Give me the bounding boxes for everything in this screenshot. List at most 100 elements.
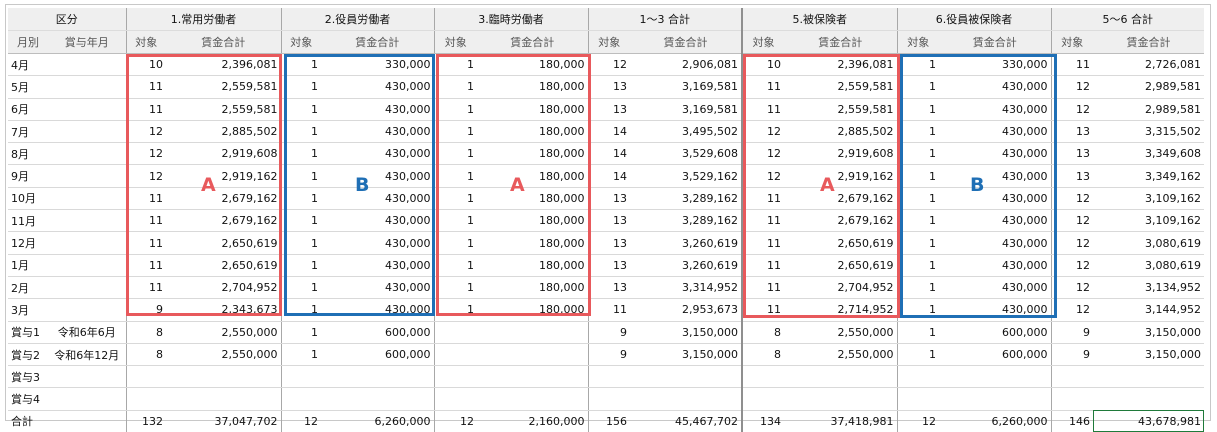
wage-total-cell[interactable]: 2,919,162	[784, 164, 897, 188]
wage-total-cell[interactable]: 2,650,619	[784, 231, 897, 255]
wage-total-cell[interactable]: 3,144,952	[1093, 298, 1204, 322]
target-count-cell[interactable]: 1	[896, 120, 939, 144]
wage-total-cell[interactable]: 45,467,702	[630, 409, 742, 432]
wage-total-cell[interactable]: 2,714,952	[784, 298, 897, 322]
target-count-cell[interactable]: 1	[433, 254, 477, 277]
wage-total-cell[interactable]: 2,650,619	[784, 254, 897, 277]
target-count-cell[interactable]: 12	[1050, 298, 1093, 322]
wage-total-cell[interactable]: 3,150,000	[1093, 321, 1204, 344]
wage-total-cell[interactable]: 430,000	[939, 254, 1051, 277]
target-count-cell[interactable]: 1	[280, 53, 321, 77]
target-count-cell[interactable]	[433, 321, 477, 344]
target-count-cell[interactable]: 1	[280, 98, 321, 121]
wage-total-cell[interactable]	[166, 387, 281, 411]
wage-total-cell[interactable]: 180,000	[477, 276, 588, 300]
target-count-cell[interactable]: 1	[433, 53, 477, 77]
wage-total-cell[interactable]	[630, 387, 742, 411]
wage-total-cell[interactable]	[477, 365, 588, 389]
wage-total-cell[interactable]: 180,000	[477, 75, 588, 99]
wage-total-cell[interactable]: 2,989,581	[1093, 98, 1204, 121]
target-count-cell[interactable]: 13	[1050, 164, 1093, 188]
wage-total-cell[interactable]: 3,150,000	[1093, 343, 1204, 367]
wage-total-cell[interactable]: 430,000	[939, 187, 1051, 211]
target-count-cell[interactable]: 11	[741, 276, 784, 300]
bonus-period-cell[interactable]	[48, 53, 126, 77]
target-count-cell[interactable]	[433, 343, 477, 367]
wage-total-cell[interactable]: 2,679,162	[166, 187, 281, 211]
wage-total-cell[interactable]: 2,679,162	[784, 209, 897, 233]
wage-total-cell[interactable]	[477, 343, 588, 367]
wage-total-cell[interactable]	[477, 321, 588, 344]
wage-total-cell[interactable]: 2,704,952	[166, 276, 281, 300]
bonus-period-cell[interactable]	[48, 142, 126, 166]
wage-total-cell[interactable]: 430,000	[321, 75, 434, 99]
wage-total-cell[interactable]: 430,000	[321, 254, 434, 277]
target-count-cell[interactable]: 1	[280, 75, 321, 99]
wage-total-cell[interactable]: 37,047,702	[166, 409, 281, 432]
wage-total-cell[interactable]: 180,000	[477, 53, 588, 77]
target-count-cell[interactable]: 1	[280, 276, 321, 300]
target-count-cell[interactable]: 1	[280, 343, 321, 367]
wage-total-cell[interactable]: 430,000	[939, 142, 1051, 166]
target-count-cell[interactable]: 9	[125, 298, 166, 322]
target-count-cell[interactable]: 1	[896, 187, 939, 211]
target-count-cell[interactable]: 8	[741, 343, 784, 367]
row-label[interactable]: 2月	[8, 276, 48, 300]
wage-total-cell[interactable]: 430,000	[321, 298, 434, 322]
wage-total-cell[interactable]: 2,396,081	[166, 53, 281, 77]
target-count-cell[interactable]: 13	[587, 98, 630, 121]
target-count-cell[interactable]: 12	[741, 120, 784, 144]
wage-total-cell[interactable]: 330,000	[321, 53, 434, 77]
target-count-cell[interactable]: 132	[125, 409, 166, 432]
wage-total-cell[interactable]: 430,000	[939, 164, 1051, 188]
wage-total-cell[interactable]: 430,000	[321, 142, 434, 166]
target-count-cell[interactable]: 12	[1050, 231, 1093, 255]
wage-total-cell[interactable]	[784, 365, 897, 389]
target-count-cell[interactable]: 11	[125, 276, 166, 300]
target-count-cell[interactable]: 1	[896, 321, 939, 344]
row-label[interactable]: 12月	[8, 231, 48, 255]
target-count-cell[interactable]: 13	[587, 209, 630, 233]
target-count-cell[interactable]: 11	[125, 187, 166, 211]
wage-total-cell[interactable]	[630, 365, 742, 389]
target-count-cell[interactable]: 12	[741, 164, 784, 188]
target-count-cell[interactable]: 9	[587, 321, 630, 344]
row-label[interactable]: 3月	[8, 298, 48, 322]
target-count-cell[interactable]: 1	[280, 187, 321, 211]
wage-total-cell[interactable]: 430,000	[939, 75, 1051, 99]
wage-total-cell[interactable]: 430,000	[321, 187, 434, 211]
wage-total-cell[interactable]: 2,679,162	[166, 209, 281, 233]
target-count-cell[interactable]: 1	[896, 164, 939, 188]
wage-total-cell[interactable]: 180,000	[477, 98, 588, 121]
target-count-cell[interactable]: 1	[896, 298, 939, 322]
target-count-cell[interactable]	[741, 365, 784, 389]
target-count-cell[interactable]	[896, 365, 939, 389]
bonus-period-cell[interactable]	[48, 254, 126, 277]
bonus-period-cell[interactable]	[48, 164, 126, 188]
wage-total-cell[interactable]: 3,289,162	[630, 187, 742, 211]
row-label[interactable]: 賞与1	[8, 321, 48, 344]
target-count-cell[interactable]: 10	[125, 53, 166, 77]
bonus-period-cell[interactable]: 令和6年12月	[48, 343, 126, 367]
target-count-cell[interactable]: 1	[280, 321, 321, 344]
target-count-cell[interactable]	[741, 387, 784, 411]
target-count-cell[interactable]: 1	[433, 75, 477, 99]
target-count-cell[interactable]	[125, 387, 166, 411]
target-count-cell[interactable]	[433, 365, 477, 389]
wage-total-cell[interactable]: 6,260,000	[939, 409, 1051, 432]
target-count-cell[interactable]: 1	[896, 53, 939, 77]
wage-total-cell[interactable]: 3,169,581	[630, 75, 742, 99]
target-count-cell[interactable]: 11	[741, 75, 784, 99]
target-count-cell[interactable]: 1	[896, 75, 939, 99]
wage-total-cell[interactable]	[477, 387, 588, 411]
target-count-cell[interactable]: 12	[433, 409, 477, 432]
target-count-cell[interactable]	[433, 387, 477, 411]
bonus-period-cell[interactable]	[48, 298, 126, 322]
wage-total-cell[interactable]: 3,169,581	[630, 98, 742, 121]
bonus-period-cell[interactable]: 令和6年6月	[48, 321, 126, 344]
target-count-cell[interactable]: 1	[280, 142, 321, 166]
wage-total-cell[interactable]: 430,000	[321, 276, 434, 300]
bonus-period-cell[interactable]	[48, 187, 126, 211]
wage-total-cell[interactable]: 2,550,000	[166, 343, 281, 367]
target-count-cell[interactable]: 11	[125, 98, 166, 121]
